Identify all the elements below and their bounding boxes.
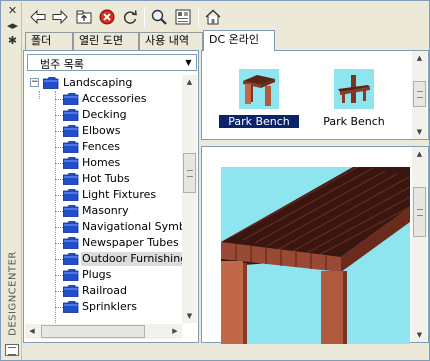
tree-item-label: Sprinklers xyxy=(82,300,137,313)
tree-root-landscaping[interactable]: − Landscaping xyxy=(25,75,182,91)
tree-item-label: Hot Tubs xyxy=(82,172,130,185)
tree-item-label: Outdoor Furnishings xyxy=(81,252,182,266)
scroll-down-icon[interactable]: ▼ xyxy=(182,309,197,323)
tab-history[interactable]: 사용 내역 xyxy=(139,32,203,50)
park-bench-thumbnail xyxy=(239,69,279,109)
folder-icon xyxy=(63,205,79,217)
toolbar xyxy=(23,3,429,30)
folder-icon xyxy=(63,237,79,249)
tree-item-label: Navigational Symbols xyxy=(82,220,182,233)
preview-pane: ▲ ▼ xyxy=(201,146,429,344)
folder-icon xyxy=(63,173,79,185)
designcenter-window: ✕ ◂▸ ✱ DESIGNCENTER 폴더 열린 도면 사용 내역 DC 온라… xyxy=(0,0,430,361)
tree-item[interactable]: Hot Tubs xyxy=(25,171,182,187)
tree-item-label: Light Fixtures xyxy=(82,188,157,201)
content-area: Park Bench Park Bench ▲ ▼ xyxy=(201,50,429,140)
tree-item[interactable]: Sprinklers xyxy=(25,299,182,315)
content-vertical-scrollbar[interactable]: ▲ ▼ xyxy=(412,51,427,139)
palette-grip-icon[interactable] xyxy=(5,344,19,356)
tree-item-label: Accessories xyxy=(82,92,147,105)
tree-item-label: Elbows xyxy=(82,124,121,137)
folder-icon xyxy=(63,93,79,105)
tree-item-label: Fences xyxy=(82,140,121,153)
scroll-thumb[interactable] xyxy=(413,81,426,107)
folder-icon xyxy=(63,125,79,137)
item-caption: Park Bench xyxy=(323,115,385,128)
palette-title-strip: ✕ ◂▸ ✱ DESIGNCENTER xyxy=(2,2,22,360)
tab-dc-online[interactable]: DC 온라인 xyxy=(203,30,275,51)
tree-item[interactable]: Fences xyxy=(25,139,182,155)
tree-horizontal-scrollbar[interactable]: ◀ ▶ xyxy=(25,324,182,339)
tree-item[interactable]: Navigational Symbols xyxy=(25,219,182,235)
folder-icon xyxy=(63,189,79,201)
folder-icon xyxy=(63,269,79,281)
scroll-up-icon[interactable]: ▲ xyxy=(412,51,427,65)
tree-item-label: Homes xyxy=(82,156,121,169)
collapse-icon[interactable]: − xyxy=(30,78,39,87)
folder-icon xyxy=(63,285,79,297)
tree-item[interactable]: Masonry xyxy=(25,203,182,219)
content-item[interactable]: Park Bench xyxy=(314,69,394,129)
folder-icon xyxy=(63,141,79,153)
folder-icon xyxy=(63,157,79,169)
tree-item-label: Newspaper Tubes xyxy=(82,236,179,249)
park-bench-thumbnail xyxy=(334,69,374,109)
palette-title: DESIGNCENTER xyxy=(7,251,19,336)
folder-open-icon xyxy=(43,77,59,89)
close-icon[interactable]: ✕ xyxy=(6,5,19,17)
tree-vertical-scrollbar[interactable]: ▲ ▼ xyxy=(182,75,197,323)
tree-item-label: Decking xyxy=(82,108,127,121)
tree-item-label: Railroad xyxy=(82,284,127,297)
scroll-down-icon[interactable]: ▼ xyxy=(412,328,427,342)
refresh-icon[interactable] xyxy=(120,7,140,27)
tab-open-drawings[interactable]: 열린 도면 xyxy=(73,32,139,50)
tree-item[interactable]: Railroad xyxy=(25,283,182,299)
favorites-icon[interactable] xyxy=(173,7,193,27)
tree-item[interactable]: Homes xyxy=(25,155,182,171)
tab-folders[interactable]: 폴더 xyxy=(25,32,73,50)
tree-item[interactable]: Light Fixtures xyxy=(25,187,182,203)
tree-item[interactable]: Newspaper Tubes xyxy=(25,235,182,251)
category-tree: − Landscaping Accessories Decking Elbows Fe… xyxy=(25,75,182,323)
tree-item[interactable]: Elbows xyxy=(25,123,182,139)
tree-item-label: Landscaping xyxy=(63,76,133,89)
forward-icon[interactable] xyxy=(50,7,70,27)
scroll-thumb[interactable] xyxy=(413,187,426,237)
status-bar xyxy=(23,345,429,360)
folder-icon xyxy=(63,253,79,265)
scroll-right-icon[interactable]: ▶ xyxy=(168,324,182,339)
category-list-dropdown[interactable]: 범주 목록 ▼ xyxy=(27,54,197,71)
folder-icon xyxy=(63,221,79,233)
folder-icon xyxy=(63,109,79,121)
item-caption: Park Bench xyxy=(219,115,299,128)
up-icon[interactable] xyxy=(74,7,94,27)
tree-item-label: Plugs xyxy=(82,268,112,281)
scroll-thumb[interactable] xyxy=(183,153,196,193)
scroll-up-icon[interactable]: ▲ xyxy=(412,147,427,161)
folder-icon xyxy=(63,301,79,313)
home-icon[interactable] xyxy=(203,7,223,27)
tree-item-label: Masonry xyxy=(82,204,129,217)
stop-icon[interactable] xyxy=(97,7,117,27)
tree-item[interactable]: Plugs xyxy=(25,267,182,283)
dropdown-label: 범주 목록 xyxy=(40,58,84,71)
tree-item[interactable]: Accessories xyxy=(25,91,182,107)
tab-strip: 폴더 열린 도면 사용 내역 DC 온라인 xyxy=(23,30,429,51)
properties-icon[interactable]: ✱ xyxy=(6,35,19,47)
auto-hide-icon[interactable]: ◂▸ xyxy=(6,20,19,32)
scroll-thumb[interactable] xyxy=(41,325,145,338)
back-icon[interactable] xyxy=(28,7,48,27)
scroll-up-icon[interactable]: ▲ xyxy=(182,75,197,89)
park-bench-preview-image xyxy=(221,167,410,344)
content-item[interactable]: Park Bench xyxy=(219,69,299,129)
chevron-down-icon[interactable]: ▼ xyxy=(183,57,194,68)
scroll-left-icon[interactable]: ◀ xyxy=(25,324,39,339)
preview-vertical-scrollbar[interactable]: ▲ ▼ xyxy=(412,147,427,342)
scroll-down-icon[interactable]: ▼ xyxy=(412,125,427,139)
tree-item[interactable]: Outdoor Furnishings xyxy=(25,251,182,267)
tree-item[interactable]: Decking xyxy=(25,107,182,123)
category-tree-pane: 범주 목록 ▼ − Landscaping Accessories Decking… xyxy=(23,50,199,343)
search-icon[interactable] xyxy=(149,7,169,27)
